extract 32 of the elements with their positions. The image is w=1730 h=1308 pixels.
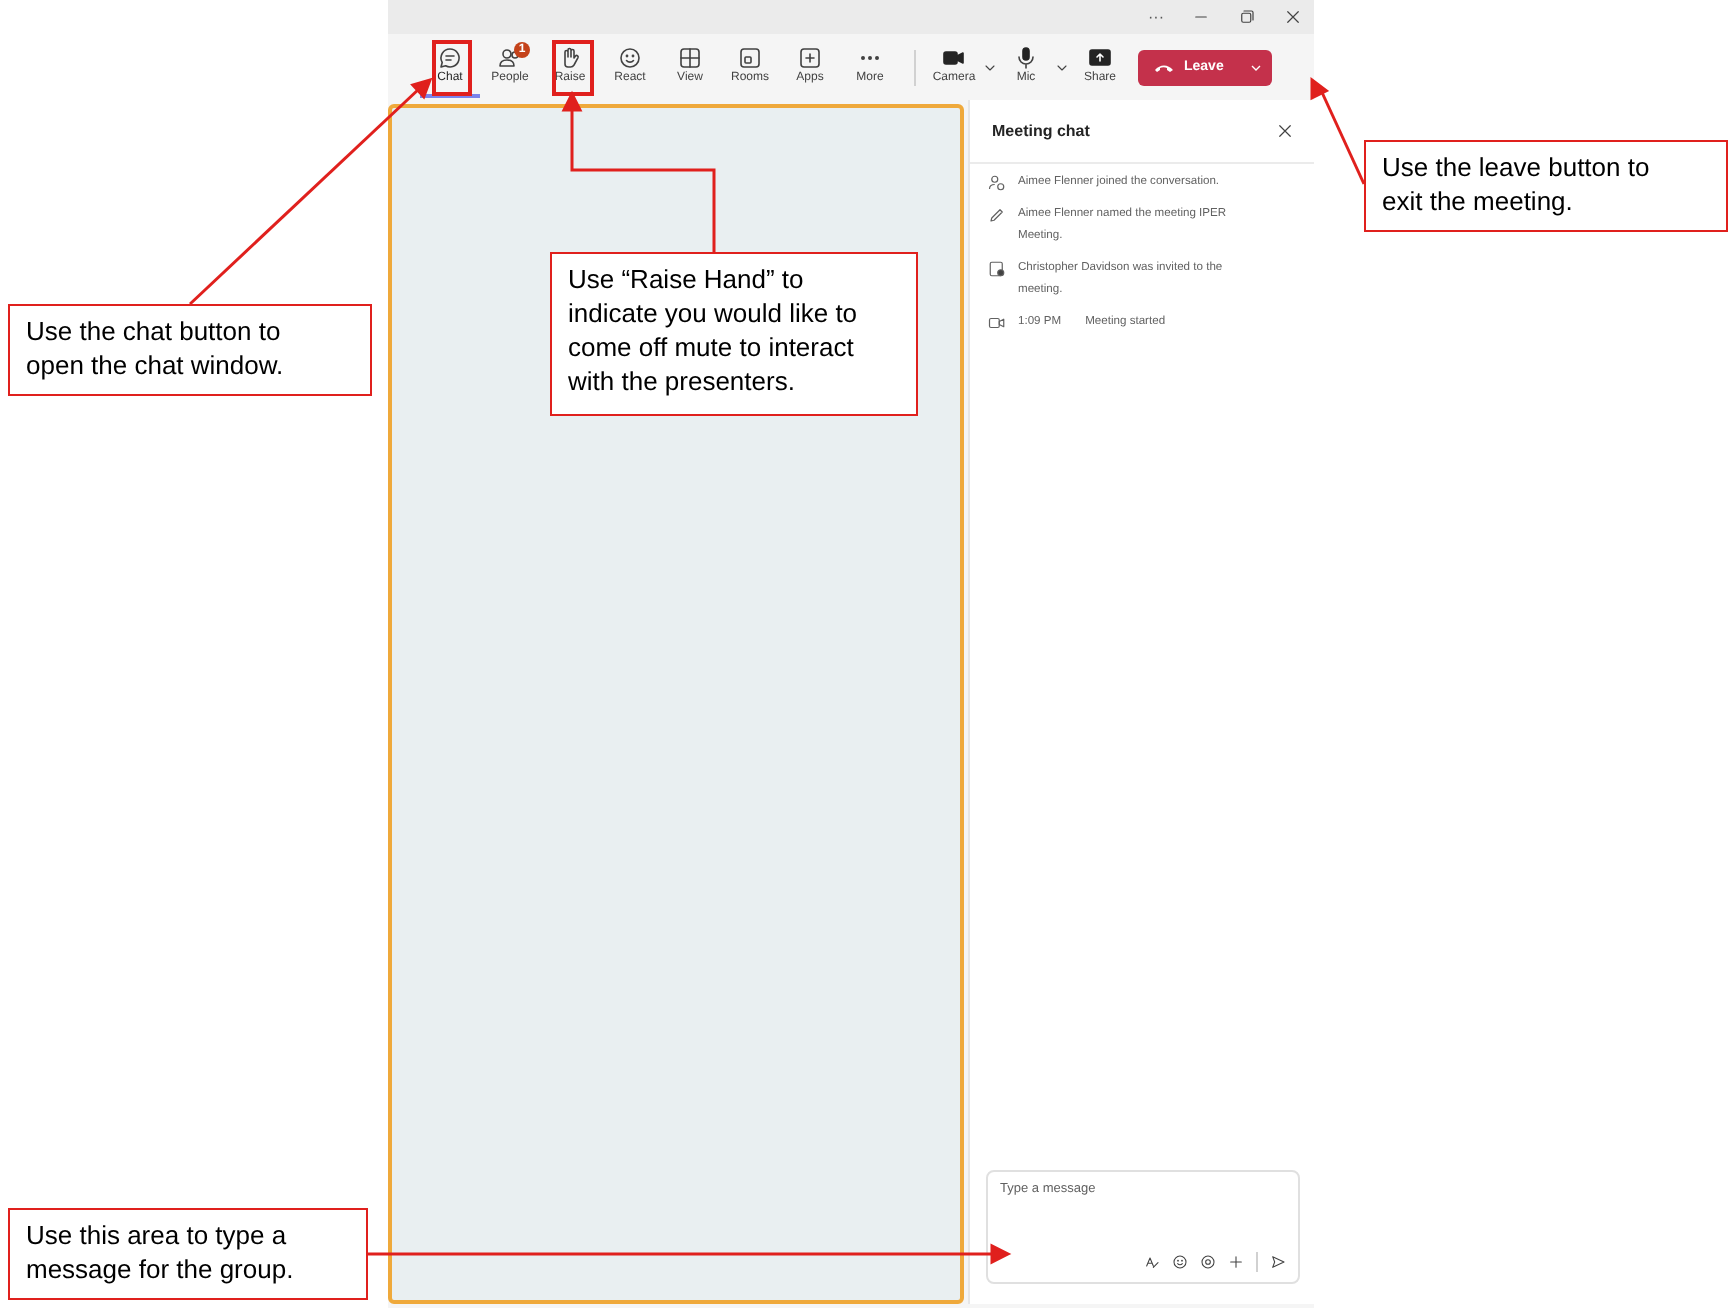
plus-icon [798,46,822,70]
people-icon [498,46,522,70]
window-icon [738,46,762,70]
smiley-icon [618,46,642,70]
restore-icon[interactable] [1238,8,1256,26]
hand-icon [558,46,582,70]
highlight-frame [552,40,594,96]
callout-note: Use “Raise Hand” to indicate you would like to come off mute to interact with the presenters. [550,252,918,416]
grid-icon [678,46,702,70]
microphone-icon [1014,46,1038,70]
pointer-arrow [1310,77,1366,185]
panel-title: Meeting chat [992,122,1090,140]
video-camera-icon [942,46,966,70]
callout-note: Use the leave button to exit the meeting. [1364,140,1728,232]
loop-icon[interactable] [1200,1254,1216,1270]
pencil-icon [988,204,1006,225]
people-icon [988,172,1006,192]
close-icon[interactable] [1276,122,1294,140]
close-icon[interactable] [1284,8,1302,26]
more-options-button[interactable]: ··· [1148,8,1164,26]
calendar-icon [988,258,1006,279]
callout-note: Use this area to type a message for the group. [8,1208,368,1300]
send-icon[interactable] [1270,1254,1286,1270]
highlight-frame [432,40,472,96]
chat-icon [438,46,462,70]
smiley-icon[interactable] [1172,1254,1188,1270]
format-icon[interactable] [1144,1254,1160,1270]
callout-note: Use the chat button to open the chat window. [8,304,372,396]
share-icon [1088,46,1112,70]
video-camera-icon [988,312,1006,333]
plus-icon[interactable] [1228,1254,1244,1270]
phone-icon [1154,61,1174,73]
